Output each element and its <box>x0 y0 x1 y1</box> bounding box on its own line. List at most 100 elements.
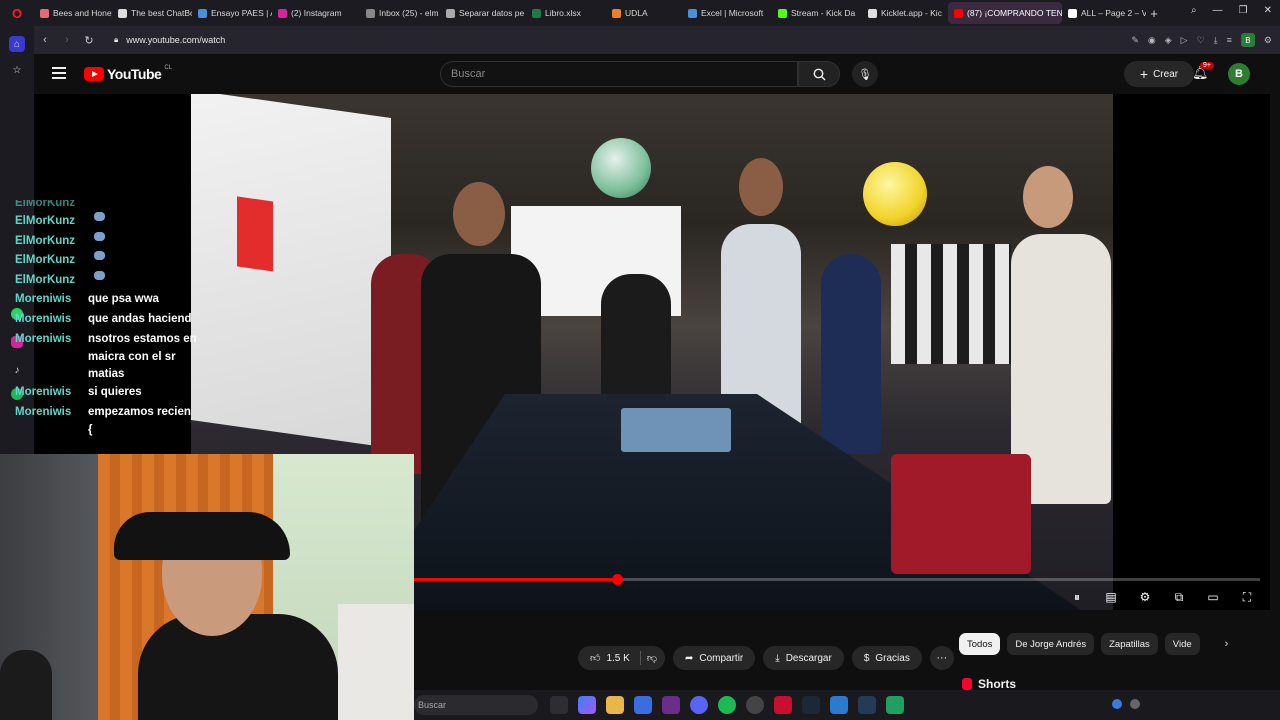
chat-message: ElMorKunz <box>0 231 214 252</box>
star-icon[interactable]: ☆ <box>9 62 25 78</box>
play-icon[interactable]: ▷ <box>1181 35 1188 46</box>
video-progress-bar[interactable] <box>414 574 1260 585</box>
tray-icon[interactable] <box>1130 699 1140 709</box>
tab-kick-stream[interactable]: Stream - Kick Da <box>772 2 862 24</box>
red-cart <box>891 454 1031 574</box>
settings-icon[interactable]: ⚙ <box>1264 35 1272 46</box>
hamburger-menu-icon[interactable] <box>52 67 66 79</box>
tab-favicon-icon <box>688 8 697 18</box>
tab-ensayo-paes[interactable]: Ensayo PAES | A <box>192 2 272 24</box>
create-button[interactable]: + Crear <box>1124 61 1194 87</box>
tab-youtube-active[interactable]: (87) ¡COMPRANDO TENIS <box>948 2 1062 24</box>
emote-icon <box>94 270 105 280</box>
steam-icon[interactable] <box>802 696 820 714</box>
forward-icon[interactable]: › <box>56 34 78 46</box>
tab-favicon-icon <box>778 8 787 18</box>
obs-icon[interactable] <box>746 696 764 714</box>
microphone-icon: 🎙︎ <box>858 68 872 81</box>
person-blue-vest <box>821 254 881 454</box>
spotify-taskbar-icon[interactable] <box>718 696 736 714</box>
search-input[interactable]: Buscar <box>440 61 798 87</box>
home-icon[interactable]: ⌂ <box>9 36 25 52</box>
edit-icon[interactable]: ✎ <box>1131 35 1139 46</box>
subtitles-icon[interactable]: ▤ <box>1102 588 1120 606</box>
download-icon[interactable]: ⤓ <box>1214 35 1218 46</box>
tab-favicon-icon <box>278 8 287 18</box>
vscode-icon[interactable] <box>830 696 848 714</box>
tab-favicon-icon <box>1068 8 1077 18</box>
tab-instagram[interactable]: (2) Instagram <box>272 2 360 24</box>
tab-udla[interactable]: UDLA <box>606 2 682 24</box>
search-tabs-icon[interactable]: ⌕ <box>1191 5 1197 16</box>
like-button[interactable]: 👍︎ 1.5 K <box>590 652 630 665</box>
miniplayer-icon[interactable]: ⧉ <box>1170 588 1188 606</box>
vs-icon[interactable] <box>662 696 680 714</box>
fullscreen-icon[interactable]: ⛶ <box>1238 588 1256 606</box>
emote-icon <box>94 251 105 261</box>
shorts-section-title: Shorts <box>962 677 1016 691</box>
avatar[interactable]: B <box>1228 63 1250 85</box>
tab-kicklet[interactable]: Kicklet.app - Kic <box>862 2 948 24</box>
chip-zapatillas[interactable]: Zapatillas <box>1101 633 1158 655</box>
maximize-icon[interactable]: ❐ <box>1239 5 1248 16</box>
voice-search-button[interactable]: 🎙︎ <box>852 61 878 87</box>
store-icon[interactable] <box>634 696 652 714</box>
tab-separar-datos[interactable]: Separar datos pe <box>440 2 526 24</box>
more-actions-button[interactable]: ··· <box>929 646 954 670</box>
taskbar-apps <box>550 696 904 714</box>
file-explorer-icon[interactable] <box>606 696 624 714</box>
url-field[interactable]: 🔒︎ www.youtube.com/watch <box>114 35 225 45</box>
theater-mode-icon[interactable]: ▭ <box>1204 588 1222 606</box>
copilot-icon[interactable] <box>578 696 596 714</box>
chat-message: ElMorKunz <box>0 212 214 232</box>
chat-message: ElMorKunz <box>15 200 76 209</box>
download-button[interactable]: ⤓ Descargar <box>763 646 844 670</box>
chevron-right-icon[interactable]: › <box>1225 638 1229 650</box>
settings-gear-icon[interactable]: ⚙ <box>1136 588 1154 606</box>
browser-menu-icon[interactable]: O <box>0 0 34 26</box>
tab-bees-and-honey[interactable]: Bees and Honey <box>34 2 112 24</box>
camera-icon[interactable]: ◉ <box>1148 35 1156 46</box>
reload-icon[interactable]: ↻ <box>78 34 100 47</box>
tab-inbox[interactable]: Inbox (25) - elm <box>360 2 440 24</box>
close-icon[interactable]: ✕ <box>1264 5 1272 16</box>
search-button[interactable] <box>798 61 840 87</box>
player-controls-right: ⏸ ▤ ⚙ ⧉ ▭ ⛶ <box>1068 588 1256 606</box>
notification-badge: 9+ <box>1200 62 1214 69</box>
youtube-header: YouTube CL Buscar 🎙︎ + Crear 🔔︎ 9+ B <box>34 54 1280 94</box>
new-tab-button[interactable]: + <box>1146 6 1162 21</box>
share-button[interactable]: ➦ Compartir <box>672 646 756 670</box>
tab-libro-xlsx[interactable]: Libro.xlsx <box>526 2 606 24</box>
tab-excel[interactable]: Excel | Microsoft <box>682 2 772 24</box>
cam-bed <box>338 604 414 720</box>
minimize-icon[interactable]: — <box>1213 5 1223 16</box>
heart-icon[interactable]: ♡ <box>1197 35 1205 46</box>
youtube-logo[interactable]: YouTube CL <box>84 65 172 82</box>
thanks-button[interactable]: $ Gracias <box>851 646 922 670</box>
tab-favicon-icon <box>198 8 207 18</box>
taskbar-search[interactable]: Buscar <box>414 695 538 715</box>
shirt-rack <box>891 244 1011 364</box>
tab-chatbot[interactable]: The best ChatBo <box>112 2 192 24</box>
app-green-icon[interactable] <box>886 696 904 714</box>
tab-all-page-2[interactable]: ALL – Page 2 – V <box>1062 2 1146 24</box>
chat-message: Moreniwis que psa wwa <box>15 293 159 306</box>
back-icon[interactable]: ‹ <box>34 34 56 46</box>
task-view-icon[interactable] <box>550 696 568 714</box>
chip-todos[interactable]: Todos <box>959 633 1001 655</box>
autoplay-toggle-icon[interactable]: ⏸ <box>1068 588 1086 606</box>
menu-icon[interactable]: ≡ <box>1227 35 1232 45</box>
share-icon: ➦ <box>684 652 694 664</box>
steam-2-icon[interactable] <box>858 696 876 714</box>
shield-icon[interactable]: ◈ <box>1165 35 1172 46</box>
shoe-box <box>621 408 731 452</box>
tray-icon[interactable] <box>1112 699 1122 709</box>
dislike-button[interactable]: 👎︎ <box>647 652 657 664</box>
opera-taskbar-icon[interactable] <box>774 696 792 714</box>
profile-icon[interactable]: B <box>1240 33 1255 47</box>
microphone-arm <box>0 650 52 720</box>
progress-scrubber[interactable] <box>612 574 624 585</box>
chip-de-jorge-andres[interactable]: De Jorge Andrés <box>1007 633 1095 655</box>
discord-icon[interactable] <box>690 696 708 714</box>
chip-videos[interactable]: Vide <box>1164 633 1200 655</box>
